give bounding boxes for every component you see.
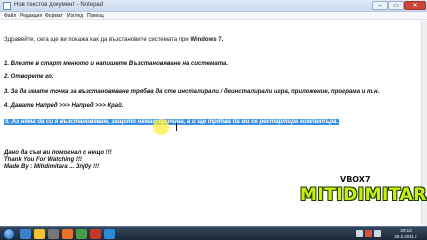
outro-line-1: Дано да съм ви помогнал с нещо !!!: [4, 150, 112, 156]
menu-file[interactable]: Файл: [4, 13, 16, 19]
step-3: 3. За да имате точка за възстановяване т…: [4, 89, 380, 95]
intro-emphasis: Windows 7.: [190, 37, 224, 43]
explorer-icon[interactable]: [34, 229, 45, 239]
recorder-icon[interactable]: [90, 229, 101, 239]
start-button[interactable]: [3, 228, 15, 240]
notepad-window: Нов текстов документ - Notepad – ▭ ✕ Фай…: [0, 0, 427, 226]
menu-format[interactable]: Формат: [45, 13, 63, 19]
step-1: 1. Влезте в старт менюто и напишете Възс…: [4, 61, 229, 67]
window-title: Нов текстов документ - Notepad: [14, 2, 104, 8]
system-clock[interactable]: 20:13 26.2.2011 г.: [389, 228, 423, 240]
maximize-button[interactable]: ▭: [388, 1, 404, 10]
minimize-button[interactable]: –: [372, 1, 388, 10]
text-cursor-icon: [176, 123, 177, 131]
app-icon[interactable]: [76, 229, 87, 239]
taskbar: 20:13 26.2.2011 г.: [0, 226, 427, 240]
menu-help[interactable]: Помощ: [87, 13, 104, 19]
notepad-icon: [3, 2, 11, 10]
outro-line-2: Thank You For Watching !!!: [4, 157, 82, 163]
intro-text: Здравейте, сега ще ви покажа как да възс…: [4, 37, 191, 43]
intro-line: Здравейте, сега ще ви покажа как да възс…: [4, 37, 223, 43]
clock-date: 26.2.2011 г.: [394, 234, 418, 239]
cursor-highlight: [153, 119, 169, 135]
ie-icon[interactable]: [20, 229, 31, 239]
menu-view[interactable]: Изглед: [67, 13, 83, 19]
firefox-icon[interactable]: [62, 229, 73, 239]
watermark-logo: MITIDIMITARA: [300, 185, 427, 205]
youtube-icon[interactable]: [365, 230, 372, 237]
volume-icon[interactable]: [374, 230, 381, 237]
step-4: 4. Давате Напред >>> Напред >>> Край.: [4, 103, 124, 109]
outro-line-3: Made By : Mitidimitara ... 3nj0y !!!: [4, 164, 100, 170]
step-5-selected: 5. Аз няма да си я възстановявам, защото…: [4, 119, 340, 125]
menu-edit[interactable]: Редакция: [20, 13, 42, 19]
step-2: 2. Отворете го.: [4, 74, 54, 80]
media-icon[interactable]: [48, 229, 59, 239]
notepad-task-icon[interactable]: [104, 229, 115, 239]
menu-bar: Файл Редакция Формат Изглед Помощ: [0, 12, 427, 20]
watermark-small: VBOX7: [340, 175, 371, 184]
title-bar[interactable]: Нов текстов документ - Notepad – ▭ ✕: [0, 0, 427, 12]
close-button[interactable]: ✕: [404, 1, 426, 10]
network-icon[interactable]: [356, 230, 363, 237]
